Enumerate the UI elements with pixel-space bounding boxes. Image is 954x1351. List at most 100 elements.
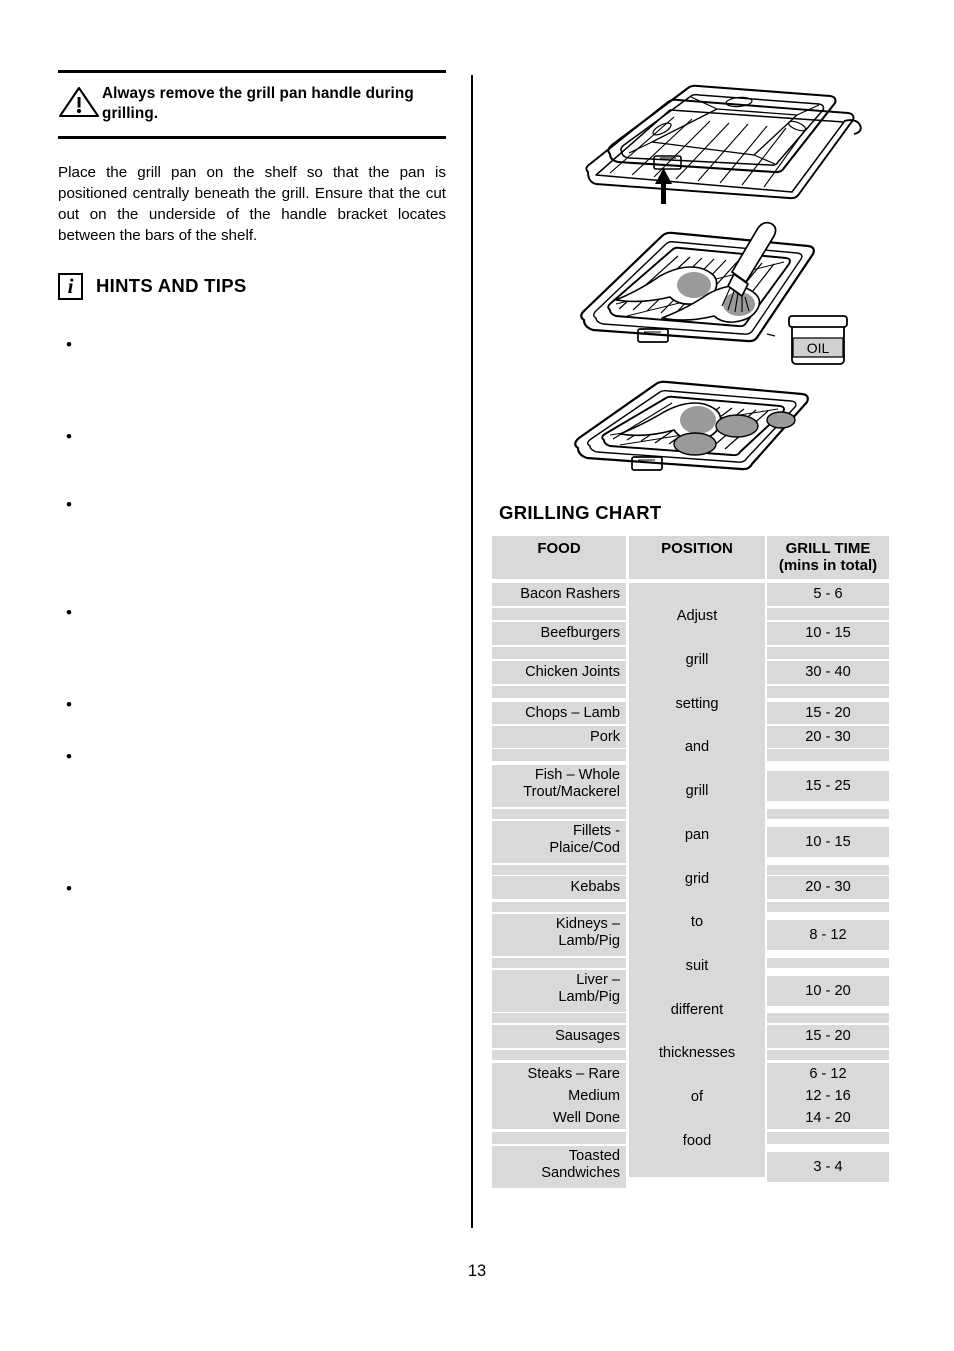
table-spacer [767,809,889,819]
warning-triangle-icon [58,83,102,124]
table-row-time: 10 - 15 [767,827,889,857]
table-row-food: Fillets - Plaice/Cod [492,821,626,863]
position-word: of [690,1088,704,1105]
cell-line: Plaice/Cod [549,839,620,856]
table-row-time: 15 - 20 [767,702,889,724]
cell-line: Lamb/Pig [558,932,620,949]
grill-time-value: 15 - 25 [805,777,851,794]
table-spacer [492,1013,626,1023]
hints-list-item-text [66,338,438,354]
table-spacer [492,865,626,875]
table-row-time: 14 - 20 [767,1107,889,1129]
grill-time-value: 5 - 6 [813,586,843,603]
cell-line: GRILL TIME [785,540,871,557]
hints-list-item [66,428,438,446]
grill-time-value: 20 - 30 [805,879,851,896]
hints-list-item-text [66,606,438,622]
table-row-food: Medium [492,1085,626,1107]
instruction-paragraph: Place the grill pan on the shelf so that… [58,164,446,244]
grill-pan-on-shelf-illustration [585,84,862,204]
table-spacer [767,1013,889,1023]
column-header-food: FOOD [492,536,626,579]
cell-line: POSITION [661,540,733,557]
table-row-food: Kebabs [492,876,626,899]
hints-and-tips-heading: i HINTS AND TIPS [58,272,446,300]
table-spacer [767,865,889,875]
cell-line: Kebabs [570,879,621,895]
cell-line: Steaks – Rare [527,1066,620,1082]
grill-time-value: 10 - 15 [805,833,851,850]
cell-line: Sandwiches [541,1164,620,1181]
warning-callout: Always remove the grill pan handle durin… [58,70,446,140]
table-spacer [767,902,889,912]
position-word: suit [685,957,709,974]
grill-time-value: 10 - 15 [805,625,851,642]
page-number: 13 [467,1262,487,1280]
table-row-food: Kidneys – Lamb/Pig [492,914,626,956]
table-row-time: 5 - 6 [767,583,889,606]
table-spacer [767,1050,889,1060]
grilling-chart-table: FOOD POSITION GRILL TIME (mins in total) Adj… [492,536,889,1188]
cell-line: Chicken Joints [525,664,620,680]
hints-list-item [66,336,438,354]
table-row-time: 10 - 20 [767,976,889,1006]
grill-pan-with-brush-and-oil-illustration: OIL [580,221,848,365]
cell-line: Chops – Lamb [525,705,620,721]
table-spacer [492,749,626,761]
hints-list-item [66,748,438,766]
table-row-time: 20 - 30 [767,726,889,748]
cell-line: Beefburgers [540,625,620,641]
grilling-chart-title: GRILLING CHART [499,502,662,523]
grill-pan-with-food-on-grid-illustration [574,380,809,471]
table-row-food: Fish – Whole Trout/Mackerel [492,765,626,807]
hints-list-item [66,880,438,898]
hints-list-item [66,696,438,714]
left-column: Always remove the grill pan handle durin… [58,70,446,897]
table-spacer [767,958,889,968]
table-row-time: 15 - 20 [767,1025,889,1048]
hints-and-tips-title: HINTS AND TIPS [96,275,247,297]
table-row-time: 10 - 15 [767,622,889,645]
cell-line: FOOD [537,540,581,557]
cell-line: Liver – [576,972,620,988]
grill-time-value: 6 - 12 [809,1065,847,1082]
cell-line: Lamb/Pig [558,988,620,1005]
position-column-block: Adjust grill setting and grill pan grid to suit d… [629,583,765,1177]
table-row-time: 8 - 12 [767,920,889,950]
table-row-food: Toasted Sandwiches [492,1146,626,1188]
table-row-food: Beefburgers [492,622,626,645]
table-spacer [767,608,889,620]
position-word: grid [684,870,710,887]
column-header-position: POSITION [629,536,765,579]
grill-time-value: 12 - 16 [805,1087,851,1104]
hints-list-item-text [66,498,438,514]
position-word: grill [685,783,709,800]
position-word: and [684,739,710,756]
position-word: thicknesses [658,1045,736,1062]
column-header-grill-time: GRILL TIME (mins in total) [767,536,889,579]
cell-line: Sausages [555,1028,620,1044]
grill-time-value: 10 - 20 [805,982,851,999]
table-row-time: 6 - 12 [767,1063,889,1085]
grill-time-value: 15 - 20 [805,704,851,721]
table-spacer [492,647,626,659]
cell-line: Pork [589,729,620,745]
table-spacer [767,647,889,659]
hints-list-item-text [66,750,438,766]
table-row-time: 20 - 30 [767,876,889,899]
cell-line: Fillets - [572,823,620,839]
table-row-food: Well Done [492,1107,626,1129]
table-row-food: Liver – Lamb/Pig [492,970,626,1012]
cell-line: Medium [568,1088,620,1104]
table-spacer [492,809,626,819]
cell-line: (mins in total) [778,557,878,575]
column-divider [471,75,474,1228]
table-row-time: 3 - 4 [767,1152,889,1182]
position-word: to [690,914,704,931]
position-word: grill [685,652,709,669]
hints-list-item [66,604,438,622]
position-word: Adjust [676,608,718,625]
cell-line: Trout/Mackerel [523,783,620,800]
table-spacer [492,958,626,968]
table-row-food: Bacon Rashers [492,583,626,606]
